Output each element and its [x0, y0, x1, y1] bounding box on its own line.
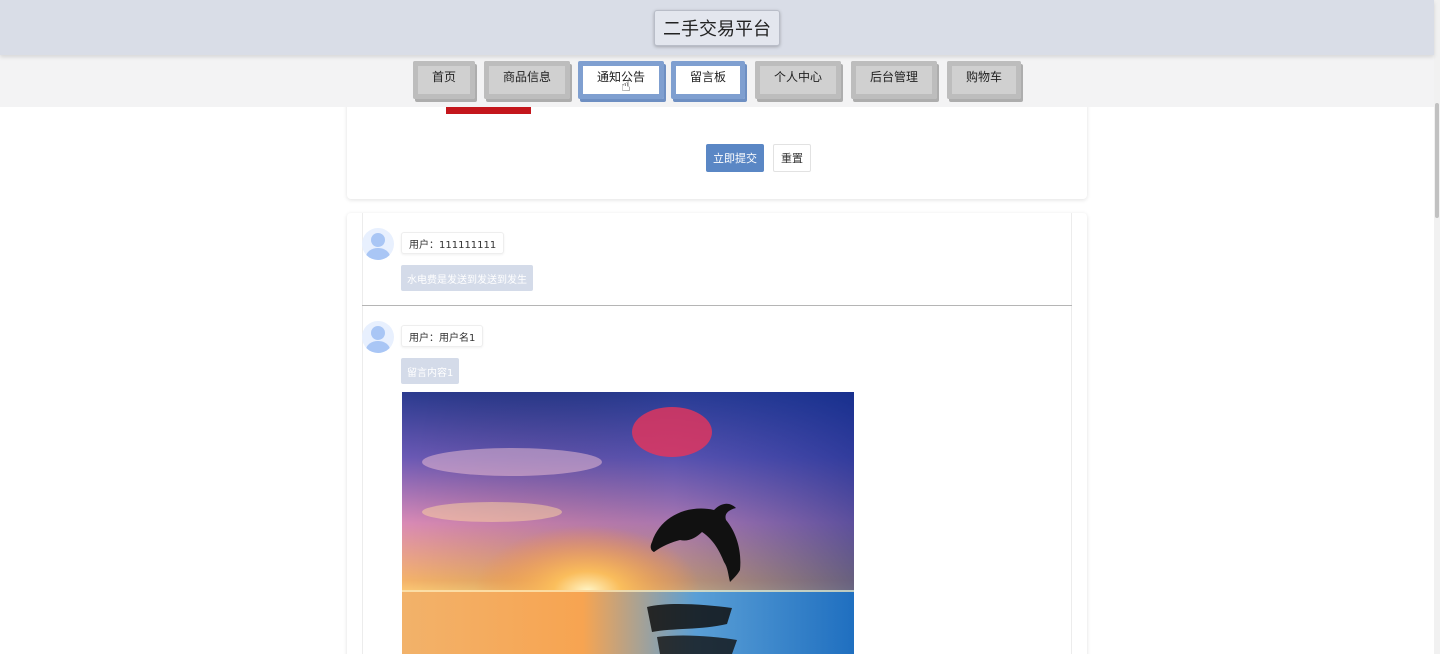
list-border-right — [1071, 213, 1072, 654]
top-header: 二手交易平台 — [0, 0, 1434, 55]
message-user: 用户：用户名1 — [401, 325, 484, 347]
list-border-left — [362, 213, 363, 654]
nav-bar: 首页 商品信息 通知公告 留言板 个人中心 后台管理 购物车 — [0, 55, 1434, 107]
nav-item-admin[interactable]: 后台管理 — [851, 61, 937, 99]
nav-item-message-board[interactable]: 留言板 — [671, 61, 745, 99]
message-content: 留言内容1 — [401, 358, 460, 384]
red-accent-bar — [446, 107, 531, 114]
nav-item-profile[interactable]: 个人中心 — [755, 61, 841, 99]
nav-item-home[interactable]: 首页 — [413, 61, 475, 99]
submit-button[interactable]: 立即提交 — [706, 144, 764, 172]
scrollbar-thumb[interactable] — [1435, 103, 1439, 218]
message-divider — [362, 305, 1072, 306]
user-avatar-icon — [362, 228, 394, 260]
message-user: 用户：111111111 — [401, 232, 505, 254]
user-avatar-icon — [362, 321, 394, 353]
message-content: 水电费是发送到发送到发生 — [401, 265, 533, 291]
nav-item-cart[interactable]: 购物车 — [947, 61, 1021, 99]
site-title: 二手交易平台 — [654, 9, 780, 46]
scrollbar-track[interactable] — [1434, 0, 1440, 654]
nav-item-products[interactable]: 商品信息 — [484, 61, 570, 99]
reset-button[interactable]: 重置 — [773, 144, 811, 172]
hand-cursor-icon: ☝ — [621, 76, 631, 95]
dolphin-sunset-image — [402, 392, 854, 654]
